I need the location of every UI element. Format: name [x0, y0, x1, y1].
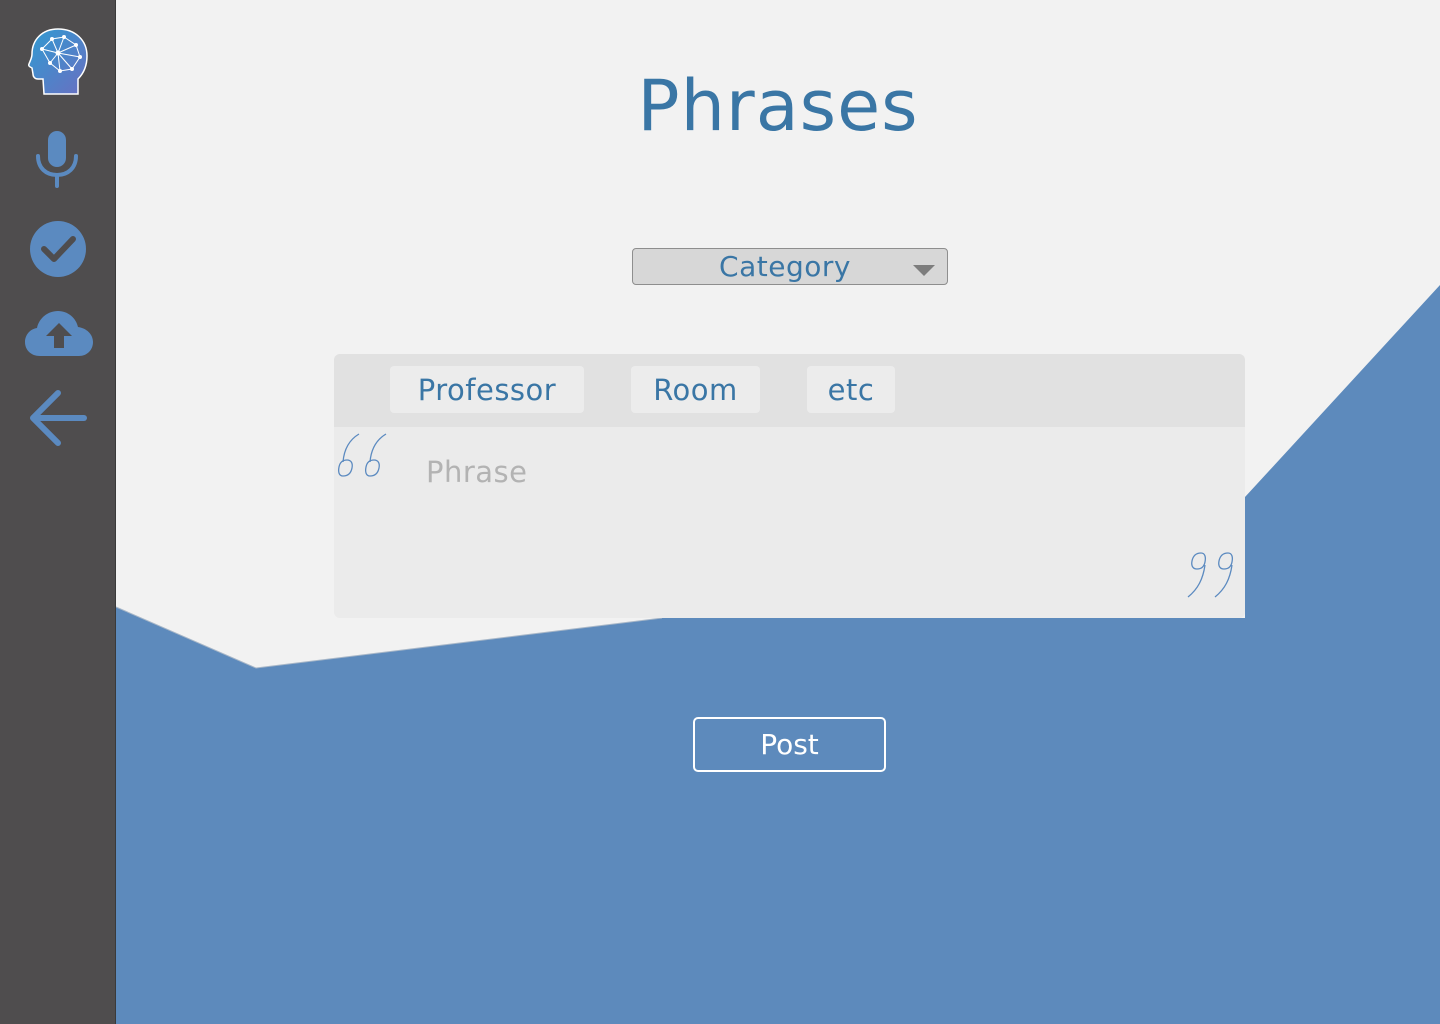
- cloud-upload-icon[interactable]: [24, 310, 94, 358]
- sidebar: [0, 0, 116, 1024]
- brain-logo-icon[interactable]: [28, 27, 88, 97]
- tag-bar: Professor Room etc: [334, 354, 1245, 427]
- tag-professor[interactable]: Professor: [390, 366, 584, 413]
- microphone-icon[interactable]: [33, 130, 81, 188]
- chevron-down-icon: [913, 265, 935, 276]
- tag-room[interactable]: Room: [631, 366, 760, 413]
- close-quote-icon: [1187, 552, 1234, 598]
- phrase-input[interactable]: [422, 450, 1190, 494]
- page-title: Phrases: [637, 65, 919, 147]
- category-dropdown-label: Category: [719, 250, 851, 283]
- category-dropdown[interactable]: Category: [632, 248, 948, 285]
- tag-etc[interactable]: etc: [807, 366, 895, 413]
- back-arrow-icon[interactable]: [29, 390, 87, 446]
- checkmark-circle-icon[interactable]: [29, 220, 87, 278]
- post-button[interactable]: Post: [693, 717, 886, 772]
- phrase-card: Professor Room etc: [334, 354, 1245, 618]
- open-quote-icon: [337, 433, 387, 477]
